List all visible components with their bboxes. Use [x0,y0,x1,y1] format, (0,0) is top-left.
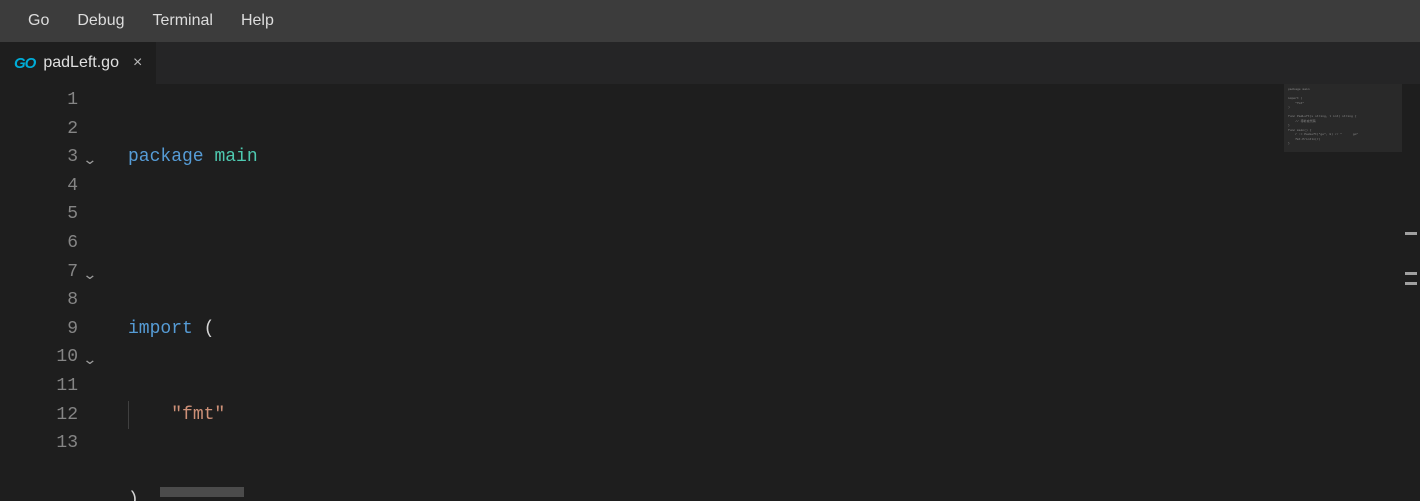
code-area[interactable]: package main import ( "fmt" ) func PadLe… [100,84,1420,483]
line-number: 4 [0,172,78,201]
minimap[interactable]: package main import ( "fmt" ) func PadLe… [1284,84,1402,152]
scrollbar-vertical[interactable] [1402,84,1420,483]
overview-mark [1405,282,1417,285]
editor[interactable]: 1 2 3⌄ 4 5 6 7⌄ 8 9 10⌄ 11 12 13 package… [0,84,1420,483]
keyword: package [128,147,204,167]
line-number: 3⌄ [0,143,78,172]
menu-item-terminal[interactable]: Terminal [139,6,227,36]
overview-mark [1405,272,1417,275]
line-number-gutter: 1 2 3⌄ 4 5 6 7⌄ 8 9 10⌄ 11 12 13 [0,84,100,483]
tab-filename: padLeft.go [43,54,119,72]
go-file-icon: GO [14,55,35,72]
line-number: 11 [0,372,78,401]
line-number: 5 [0,200,78,229]
line-number: 13 [0,429,78,458]
chevron-down-icon[interactable]: ⌄ [83,262,98,291]
identifier: main [214,147,257,167]
string-literal: "fmt" [171,405,225,425]
line-number: 2 [0,115,78,144]
menu-item-go[interactable]: Go [14,6,63,36]
line-number: 12 [0,401,78,430]
menu-item-help[interactable]: Help [227,6,288,36]
chevron-down-icon[interactable]: ⌄ [83,147,98,176]
punct: ( [204,319,215,339]
line-number: 10⌄ [0,343,78,372]
menubar: Go Debug Terminal Help [0,0,1420,42]
tab-padleft-go[interactable]: GO padLeft.go × [0,42,157,84]
line-number: 1 [0,86,78,115]
line-number: 9 [0,315,78,344]
line-number: 6 [0,229,78,258]
overview-mark [1405,232,1417,235]
line-number: 7⌄ [0,258,78,287]
punct: ) [128,490,139,501]
chevron-down-icon[interactable]: ⌄ [83,347,98,376]
close-icon[interactable]: × [133,55,142,71]
line-number: 8 [0,286,78,315]
menu-item-debug[interactable]: Debug [63,6,138,36]
keyword: import [128,319,193,339]
tab-bar: GO padLeft.go × [0,42,1420,84]
